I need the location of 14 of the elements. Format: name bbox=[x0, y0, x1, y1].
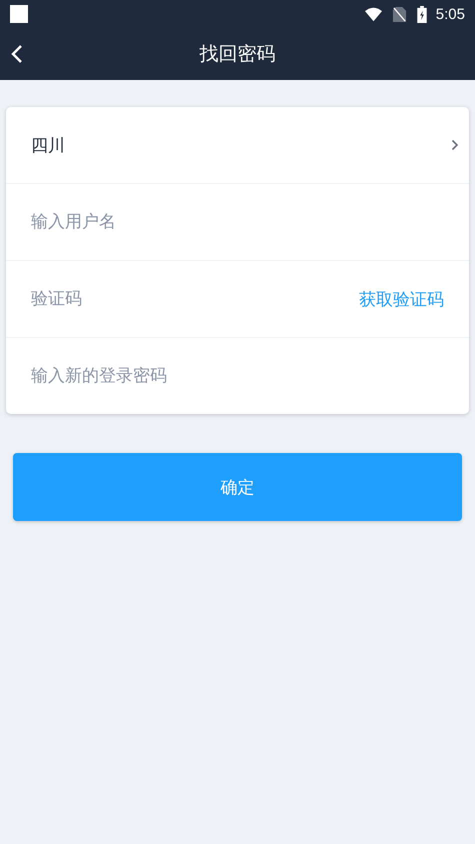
verification-code-field[interactable]: 验证码 bbox=[31, 289, 359, 309]
clock: 5:05 bbox=[436, 6, 465, 22]
region-selector[interactable]: 四川 bbox=[6, 107, 469, 184]
page-title: 找回密码 bbox=[200, 42, 276, 67]
chevron-icon bbox=[451, 139, 459, 151]
input-field[interactable]: 输入新的登录密码 bbox=[31, 366, 444, 386]
notification-icon bbox=[10, 5, 28, 23]
battery-icon bbox=[416, 6, 427, 22]
back-icon[interactable] bbox=[11, 44, 23, 64]
no-sim-icon bbox=[390, 6, 408, 22]
confirm-button[interactable]: 确定 bbox=[13, 453, 462, 521]
input-field[interactable]: 输入用户名 bbox=[31, 212, 444, 232]
get-code-link[interactable]: 获取验证码 bbox=[359, 288, 444, 310]
wifi-icon bbox=[364, 6, 382, 22]
